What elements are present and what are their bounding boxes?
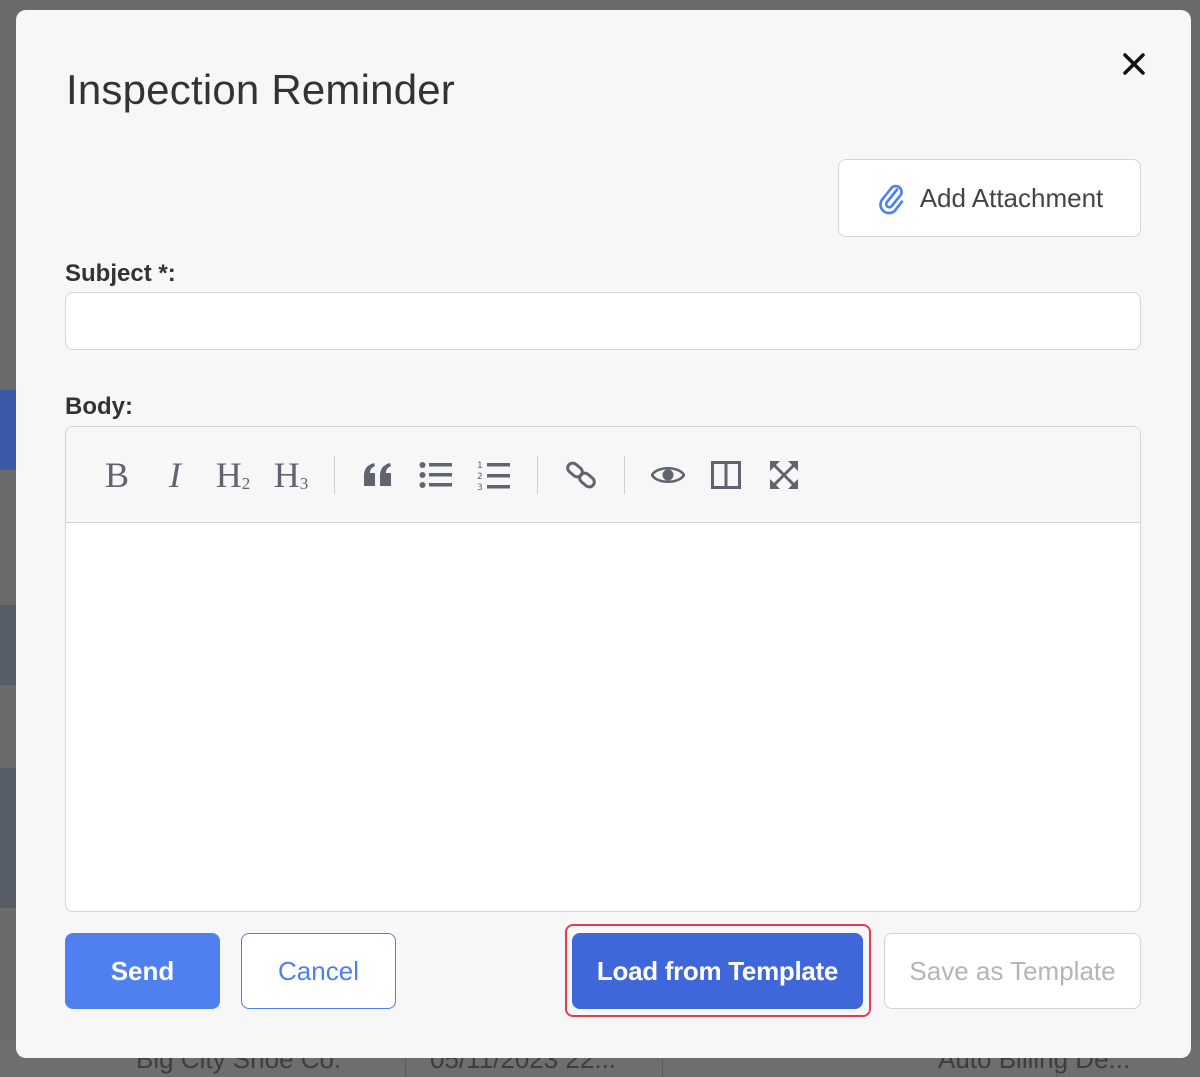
- bulleted-list-button[interactable]: [407, 446, 465, 504]
- background-sidebar-fragment: [0, 390, 16, 470]
- add-attachment-label: Add Attachment: [919, 182, 1104, 213]
- fullscreen-button[interactable]: [755, 446, 813, 504]
- toolbar-divider: [624, 455, 625, 494]
- numbered-list-button[interactable]: 1 2 3: [465, 446, 523, 504]
- svg-text:2: 2: [477, 472, 483, 482]
- add-attachment-button[interactable]: Add Attachment: [838, 159, 1141, 237]
- fullscreen-icon: [770, 460, 798, 489]
- svg-text:1: 1: [477, 461, 483, 471]
- quote-button[interactable]: [349, 446, 407, 504]
- bold-button[interactable]: B: [88, 446, 146, 504]
- toolbar-divider: [537, 455, 538, 494]
- body-label: Body:: [65, 393, 133, 420]
- numbered-list-icon: 1 2 3: [477, 461, 510, 491]
- bulleted-list-icon: [419, 461, 452, 488]
- italic-button[interactable]: I: [146, 446, 204, 504]
- paperclip-icon: [878, 184, 903, 215]
- preview-button[interactable]: [639, 446, 697, 504]
- italic-icon: I: [169, 454, 181, 495]
- heading-2-button[interactable]: H2: [204, 446, 262, 504]
- background-row-fragment: [0, 605, 16, 685]
- heading-3-icon: H3: [273, 454, 309, 495]
- columns-icon: [711, 460, 741, 489]
- close-button[interactable]: [1116, 46, 1152, 82]
- background-row-fragment: [0, 768, 16, 908]
- send-button[interactable]: Send: [65, 933, 220, 1009]
- heading-3-button[interactable]: H3: [262, 446, 320, 504]
- subject-input[interactable]: [65, 292, 1141, 350]
- modal-title: Inspection Reminder: [66, 66, 455, 113]
- subject-label: Subject *:: [65, 260, 176, 287]
- heading-2-icon: H2: [215, 454, 251, 495]
- cancel-button[interactable]: Cancel: [241, 933, 396, 1009]
- load-from-template-button[interactable]: Load from Template: [572, 933, 863, 1009]
- side-by-side-button[interactable]: [697, 446, 755, 504]
- link-icon: [566, 461, 596, 488]
- inspection-reminder-modal: Inspection Reminder Add Attachment Subje…: [16, 10, 1191, 1058]
- body-text-area[interactable]: [66, 523, 1140, 911]
- save-as-template-button[interactable]: Save as Template: [884, 933, 1141, 1009]
- close-icon: [1123, 53, 1145, 75]
- link-button[interactable]: [552, 446, 610, 504]
- bold-icon: B: [104, 454, 129, 495]
- quote-icon: [364, 462, 391, 486]
- editor-toolbar: B I H2 H3 1 2 3: [66, 427, 1140, 523]
- body-editor: B I H2 H3 1 2 3: [65, 426, 1141, 912]
- toolbar-divider: [334, 455, 335, 494]
- svg-text:3: 3: [477, 483, 483, 491]
- eye-icon: [651, 466, 685, 483]
